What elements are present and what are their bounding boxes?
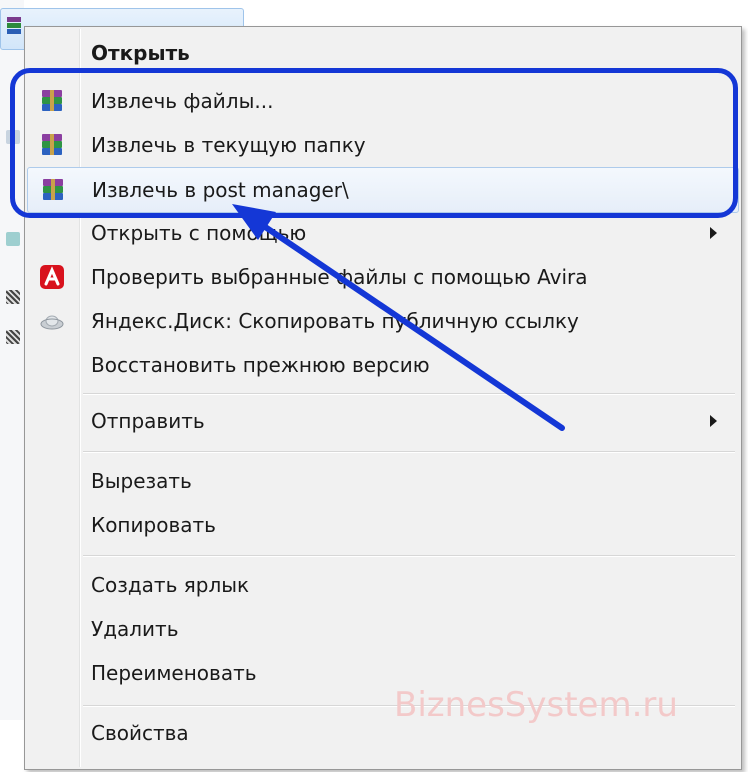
menu-item-create-shortcut[interactable]: Создать ярлык [27, 563, 739, 607]
archive-file-icon[interactable] [6, 290, 20, 304]
menu-item-label: Удалить [91, 617, 179, 641]
menu-separator [83, 393, 735, 395]
file-icon[interactable] [6, 232, 20, 246]
menu-item-label: Создать ярлык [91, 573, 250, 597]
menu-separator [83, 555, 735, 557]
menu-item-copy[interactable]: Копировать [27, 503, 739, 547]
yandex-disk-icon [40, 315, 64, 330]
menu-item-label: Переименовать [91, 661, 257, 685]
annotation-highlight-box [10, 68, 738, 218]
watermark: BiznesSystem.ru [394, 685, 678, 725]
menu-item-delete[interactable]: Удалить [27, 607, 739, 651]
menu-item-label: Проверить выбранные файлы с помощью Avir… [91, 265, 588, 289]
menu-item-label: Яндекс.Диск: Скопировать публичную ссылк… [91, 309, 579, 333]
menu-item-label: Открыть [91, 41, 190, 65]
winrar-icon [7, 17, 21, 34]
menu-item-label: Отправить [91, 409, 205, 433]
menu-item-label: Копировать [91, 513, 216, 537]
menu-item-label: Открыть с помощью [91, 221, 307, 245]
menu-item-send-to[interactable]: Отправить [27, 399, 739, 443]
submenu-arrow-icon [710, 415, 717, 427]
menu-item-label: Свойства [91, 721, 189, 745]
menu-item-yandex-disk-link[interactable]: Яндекс.Диск: Скопировать публичную ссылк… [27, 299, 739, 343]
menu-item-label: Вырезать [91, 469, 192, 493]
menu-item-label: Восстановить прежнюю версию [91, 353, 430, 377]
submenu-arrow-icon [710, 227, 717, 239]
menu-item-avira-scan[interactable]: Проверить выбранные файлы с помощью Avir… [27, 255, 739, 299]
menu-item-cut[interactable]: Вырезать [27, 459, 739, 503]
menu-separator [83, 451, 735, 453]
menu-item-restore-previous[interactable]: Восстановить прежнюю версию [27, 343, 739, 387]
archive-file-icon[interactable] [6, 330, 20, 344]
avira-icon [40, 265, 64, 289]
